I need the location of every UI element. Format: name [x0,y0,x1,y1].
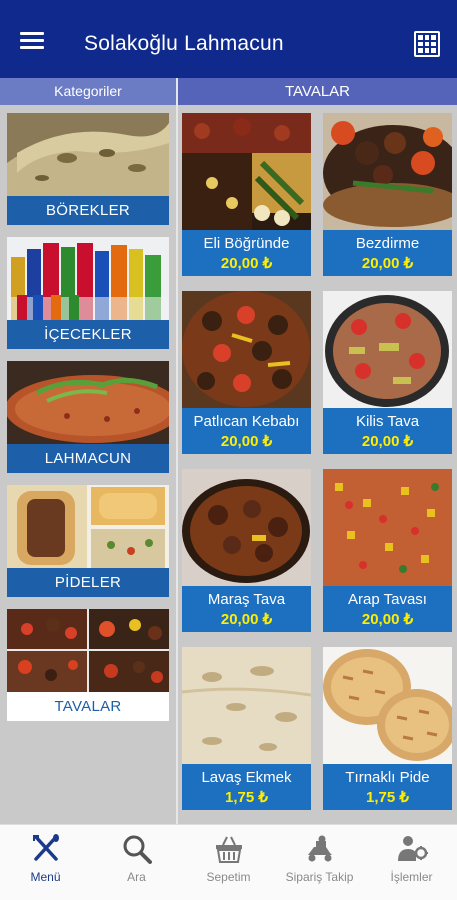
product-info: Patlıcan Kebabı 20,00 ₺ [182,408,311,454]
product-image [182,647,311,764]
product-card[interactable]: Arap Tavası 20,00 ₺ [323,469,452,632]
product-info: Eli Böğründe 20,00 ₺ [182,230,311,276]
nav-label: İşlemler [390,870,433,884]
category-lahmacun[interactable]: LAHMACUN [7,361,169,473]
product-price: 20,00 ₺ [361,255,414,272]
product-name: Patlıcan Kebabı [193,413,300,430]
category-icecekler[interactable]: İÇECEKLER [7,237,169,349]
delivery-icon [307,835,332,862]
category-pideler[interactable]: PİDELER [7,485,169,597]
product-name: Kilis Tava [355,413,420,430]
user-settings-icon [397,836,428,861]
category-label: PİDELER [7,568,169,597]
product-card[interactable]: Patlıcan Kebabı 20,00 ₺ [182,291,311,454]
product-image [182,469,311,586]
product-name: Tırnaklı Pide [345,769,430,786]
product-image [182,291,311,408]
category-image [7,237,169,320]
bottom-navigation: Menü Ara Sepetim Sipariş Takip İşlemler [0,824,457,900]
category-panel-header: Kategoriler [0,78,176,105]
product-image [182,113,311,230]
product-image [323,291,452,408]
hamburger-menu-icon[interactable] [20,32,46,52]
app-title: Solakoğlu Lahmacun [84,32,284,55]
product-info: Bezdirme 20,00 ₺ [323,230,452,276]
category-panel: Kategoriler BÖREKLER İÇECEKLER LAHMACUN … [0,78,176,824]
product-name: Lavaş Ekmek [201,769,292,786]
category-image [7,113,169,196]
category-image [7,485,169,568]
nav-label: Ara [127,870,146,884]
product-info: Maraş Tava 20,00 ₺ [182,586,311,632]
nav-search[interactable]: Ara [91,833,182,893]
product-image [323,469,452,586]
product-name: Arap Tavası [348,591,427,608]
product-card[interactable]: Maraş Tava 20,00 ₺ [182,469,311,632]
product-card[interactable]: Lavaş Ekmek 1,75 ₺ [182,647,311,810]
product-panel: TAVALAR Eli Böğründe 20,00 ₺ Bezdirme 20… [176,78,457,824]
product-name: Bezdirme [355,235,420,252]
category-image [7,609,169,692]
category-borekler[interactable]: BÖREKLER [7,113,169,225]
app-bar: Solakoğlu Lahmacun [0,0,457,78]
product-price: 1,75 ₺ [366,789,409,806]
product-price: 20,00 ₺ [220,611,273,628]
grid-view-icon[interactable] [414,31,440,57]
nav-actions[interactable]: İşlemler [366,833,457,893]
product-card[interactable]: Eli Böğründe 20,00 ₺ [182,113,311,276]
product-image [323,113,452,230]
product-price: 1,75 ₺ [225,789,268,806]
product-panel-header: TAVALAR [178,78,457,105]
nav-cart[interactable]: Sepetim [183,833,274,893]
product-price: 20,00 ₺ [361,433,414,450]
product-card[interactable]: Tırnaklı Pide 1,75 ₺ [323,647,452,810]
nav-label: Sepetim [206,870,251,884]
product-info: Lavaş Ekmek 1,75 ₺ [182,764,311,810]
fork-knife-icon [32,834,59,861]
product-image [323,647,452,764]
category-tavalar[interactable]: TAVALAR [7,609,169,721]
nav-label: Menü [30,870,61,884]
search-icon [123,835,152,864]
nav-menu[interactable]: Menü [0,833,91,893]
product-price: 20,00 ₺ [220,255,273,272]
nav-label: Sipariş Takip [285,870,354,884]
product-card[interactable]: Bezdirme 20,00 ₺ [323,113,452,276]
category-label: İÇECEKLER [7,320,169,349]
product-price: 20,00 ₺ [220,433,273,450]
basket-icon [215,836,242,863]
category-label: LAHMACUN [7,444,169,473]
category-label: TAVALAR [7,692,169,721]
product-card[interactable]: Kilis Tava 20,00 ₺ [323,291,452,454]
product-name: Maraş Tava [207,591,286,608]
product-info: Tırnaklı Pide 1,75 ₺ [323,764,452,810]
product-price: 20,00 ₺ [361,611,414,628]
category-image [7,361,169,444]
nav-order-tracking[interactable]: Sipariş Takip [274,833,365,893]
category-label: BÖREKLER [7,196,169,225]
product-name: Eli Böğründe [203,235,290,252]
product-info: Kilis Tava 20,00 ₺ [323,408,452,454]
product-info: Arap Tavası 20,00 ₺ [323,586,452,632]
